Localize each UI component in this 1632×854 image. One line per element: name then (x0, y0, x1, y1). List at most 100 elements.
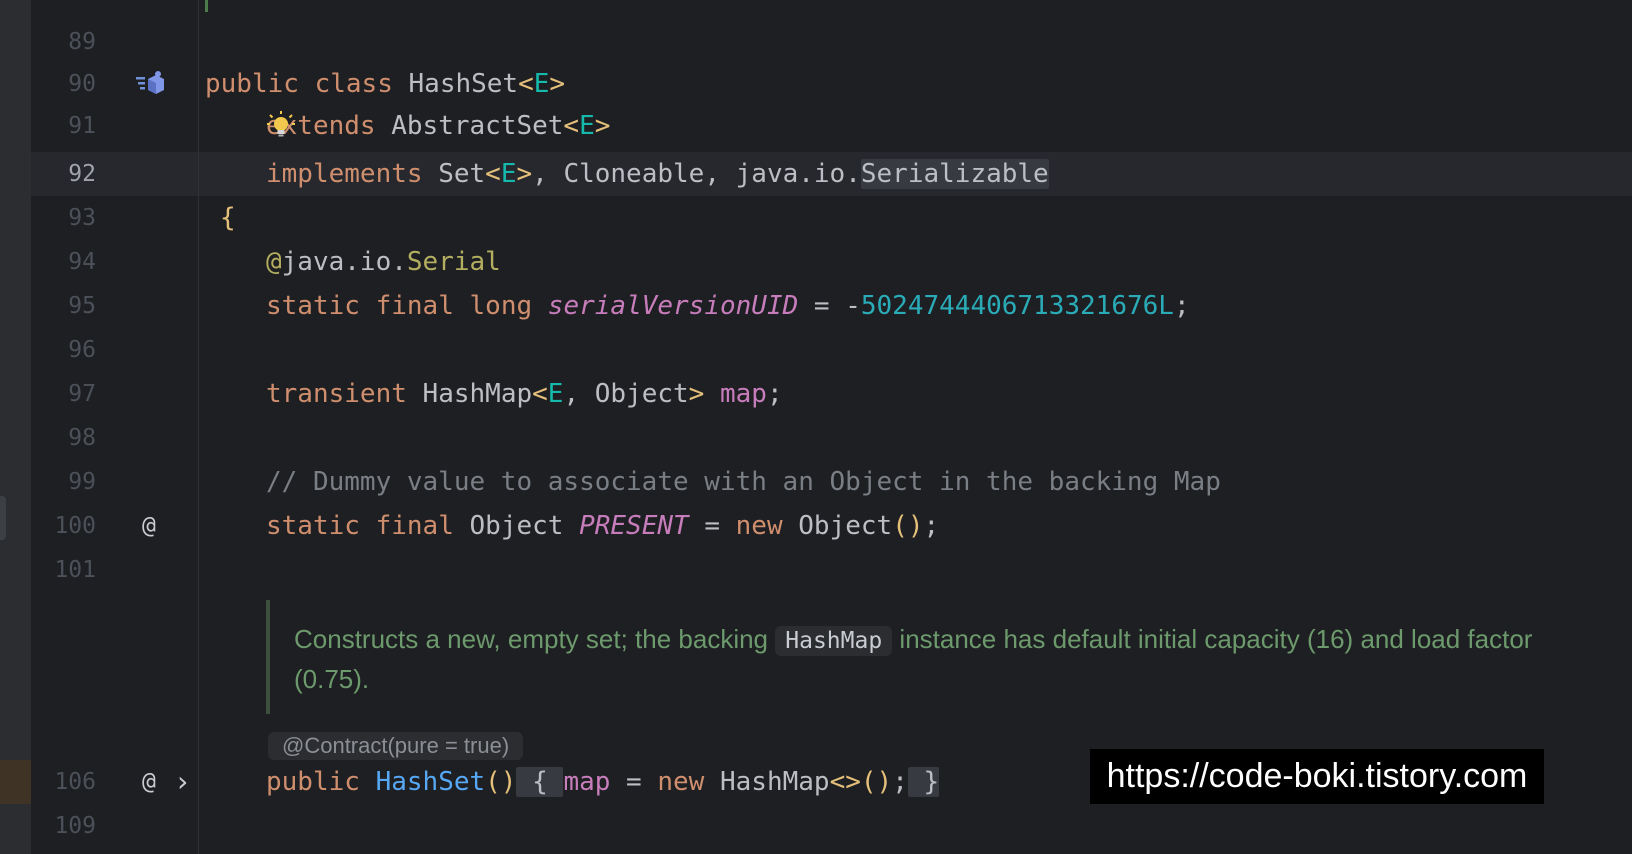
code-line-98[interactable]: 98 (0, 416, 1632, 460)
vcs-change-marker (205, 0, 208, 12)
annotation-name: Serial (406, 247, 501, 277)
type-parameter: E (579, 111, 595, 141)
override-icon[interactable]: @ (142, 760, 156, 804)
line-number[interactable]: 99 (40, 460, 96, 504)
javadoc-code: HashMap (775, 626, 893, 656)
line-comment[interactable]: // Dummy value to associate with an Obje… (266, 460, 1221, 504)
line-number[interactable]: 109 (40, 804, 96, 848)
folded-brace: { (532, 767, 548, 797)
constructor-call: Object (798, 511, 893, 541)
keyword: implements (266, 159, 423, 189)
implements-clause[interactable]: implements Set<E>, Cloneable, java.io.Se… (266, 152, 1049, 196)
keyword: static (266, 291, 360, 321)
diamond-operator: <> (829, 767, 861, 797)
class-declaration[interactable]: public class HashSet<E> (205, 62, 565, 106)
line-number[interactable]: 89 (40, 20, 96, 64)
field-name: map (563, 767, 611, 797)
constructor-declaration[interactable]: public HashSet() { map = new HashMap<>()… (266, 760, 940, 804)
parentheses: () (860, 767, 893, 797)
line-number[interactable]: 95 (40, 284, 96, 328)
annotation-at: @ (266, 247, 282, 277)
line-number-current[interactable]: 92 (40, 152, 96, 196)
line-number[interactable]: 106 (40, 760, 96, 804)
line-number[interactable]: 100 (40, 504, 96, 548)
code-line-95[interactable]: 95 static final long serialVersionUID = … (0, 284, 1632, 328)
fold-expand-icon[interactable]: › (174, 760, 191, 804)
line-number[interactable]: 96 (40, 328, 96, 372)
code-line-92[interactable]: 92 implements Set<E>, Cloneable, java.io… (0, 152, 1632, 196)
type-parameter: E (500, 159, 517, 189)
semicolon: ; (1173, 291, 1190, 321)
angle-bracket: > (688, 379, 705, 409)
keyword: transient (266, 379, 407, 409)
semicolon: ; (923, 511, 940, 541)
javadoc-text: Constructs a new, empty set; the backing… (294, 620, 1554, 698)
semicolon: ; (892, 767, 908, 797)
keyword: static (266, 511, 360, 541)
line-number[interactable]: 98 (40, 416, 96, 460)
keyword: long (469, 291, 533, 321)
type-name: HashMap (422, 379, 533, 409)
code-line-99[interactable]: 99 // Dummy value to associate with an O… (0, 460, 1632, 504)
present-field[interactable]: static final Object PRESENT = new Object… (266, 504, 939, 548)
javadoc-bar (266, 600, 270, 714)
keyword: final (375, 291, 454, 321)
class-body-open[interactable]: { (220, 196, 236, 240)
keyword: public (205, 69, 299, 99)
number-literal: 5024744406713321676L (860, 291, 1174, 321)
code-line-89[interactable]: 89 (0, 20, 1632, 64)
operator: = - (798, 291, 861, 321)
code-line-90[interactable]: 90 public class HashSet<E> (0, 62, 1632, 106)
extends-clause[interactable]: extends AbstractSet<E> (266, 104, 610, 148)
line-number[interactable]: 94 (40, 240, 96, 284)
contract-inlay-hint[interactable]: @Contract(pure = true) (268, 732, 524, 760)
line-number[interactable]: 90 (40, 62, 96, 106)
semicolon: ; (766, 379, 783, 409)
serial-version-field[interactable]: static final long serialVersionUID = -50… (266, 284, 1190, 328)
type-argument: , Object (563, 379, 689, 409)
operator: = (610, 767, 658, 797)
package-path: java.io. (281, 247, 407, 277)
code-line-94[interactable]: 94 @java.io.Serial (0, 240, 1632, 284)
angle-bracket: > (516, 159, 533, 189)
type-parameter: E (533, 69, 550, 99)
rendered-javadoc[interactable]: Constructs a new, empty set; the backing… (266, 600, 1566, 714)
line-number[interactable]: 97 (40, 372, 96, 416)
code-line-101[interactable]: 101 (0, 548, 1632, 592)
folded-brace: } (923, 767, 940, 797)
map-field[interactable]: transient HashMap<E, Object> map; (266, 372, 783, 416)
javadoc-text-part: Constructs a new, empty set; the backing (294, 624, 776, 654)
angle-bracket: < (485, 159, 501, 189)
parentheses: () (485, 767, 517, 797)
code-line-109[interactable]: 109 (0, 804, 1632, 848)
code-line-91[interactable]: 91 extends AbstractSet<E> (0, 104, 1632, 148)
keyword: final (375, 511, 454, 541)
type-name: HashMap (720, 767, 830, 797)
code-line-96[interactable]: 96 (0, 328, 1632, 372)
line-number[interactable]: 91 (40, 104, 96, 148)
intention-bulb-icon[interactable] (266, 110, 296, 140)
type-name: AbstractSet (391, 111, 564, 141)
type-name: Set (438, 159, 486, 189)
type-parameter: E (547, 379, 564, 409)
keyword: new (735, 511, 783, 541)
watermark-url: https://code-boki.tistory.com (1090, 749, 1544, 804)
angle-bracket: < (563, 111, 580, 141)
annotation[interactable]: @java.io.Serial (266, 240, 501, 284)
interface-list: , Cloneable, java.io. (532, 159, 861, 189)
field-name: PRESENT (579, 511, 689, 541)
keyword: class (314, 69, 393, 99)
code-line-93[interactable]: 93 { (0, 196, 1632, 240)
parentheses: () (892, 511, 924, 541)
code-line-100[interactable]: 100 @ static final Object PRESENT = new … (0, 504, 1632, 548)
line-number[interactable]: 93 (40, 196, 96, 240)
class-name: HashSet (408, 69, 519, 99)
code-line-97[interactable]: 97 transient HashMap<E, Object> map; (0, 372, 1632, 416)
angle-bracket: < (532, 379, 548, 409)
type-name: Object (469, 511, 564, 541)
implemented-by-icon[interactable] (136, 70, 168, 98)
line-number[interactable]: 101 (40, 548, 96, 592)
override-icon[interactable]: @ (142, 504, 156, 548)
field-name: serialVersionUID (547, 291, 799, 321)
constructor-name: HashSet (375, 767, 486, 797)
